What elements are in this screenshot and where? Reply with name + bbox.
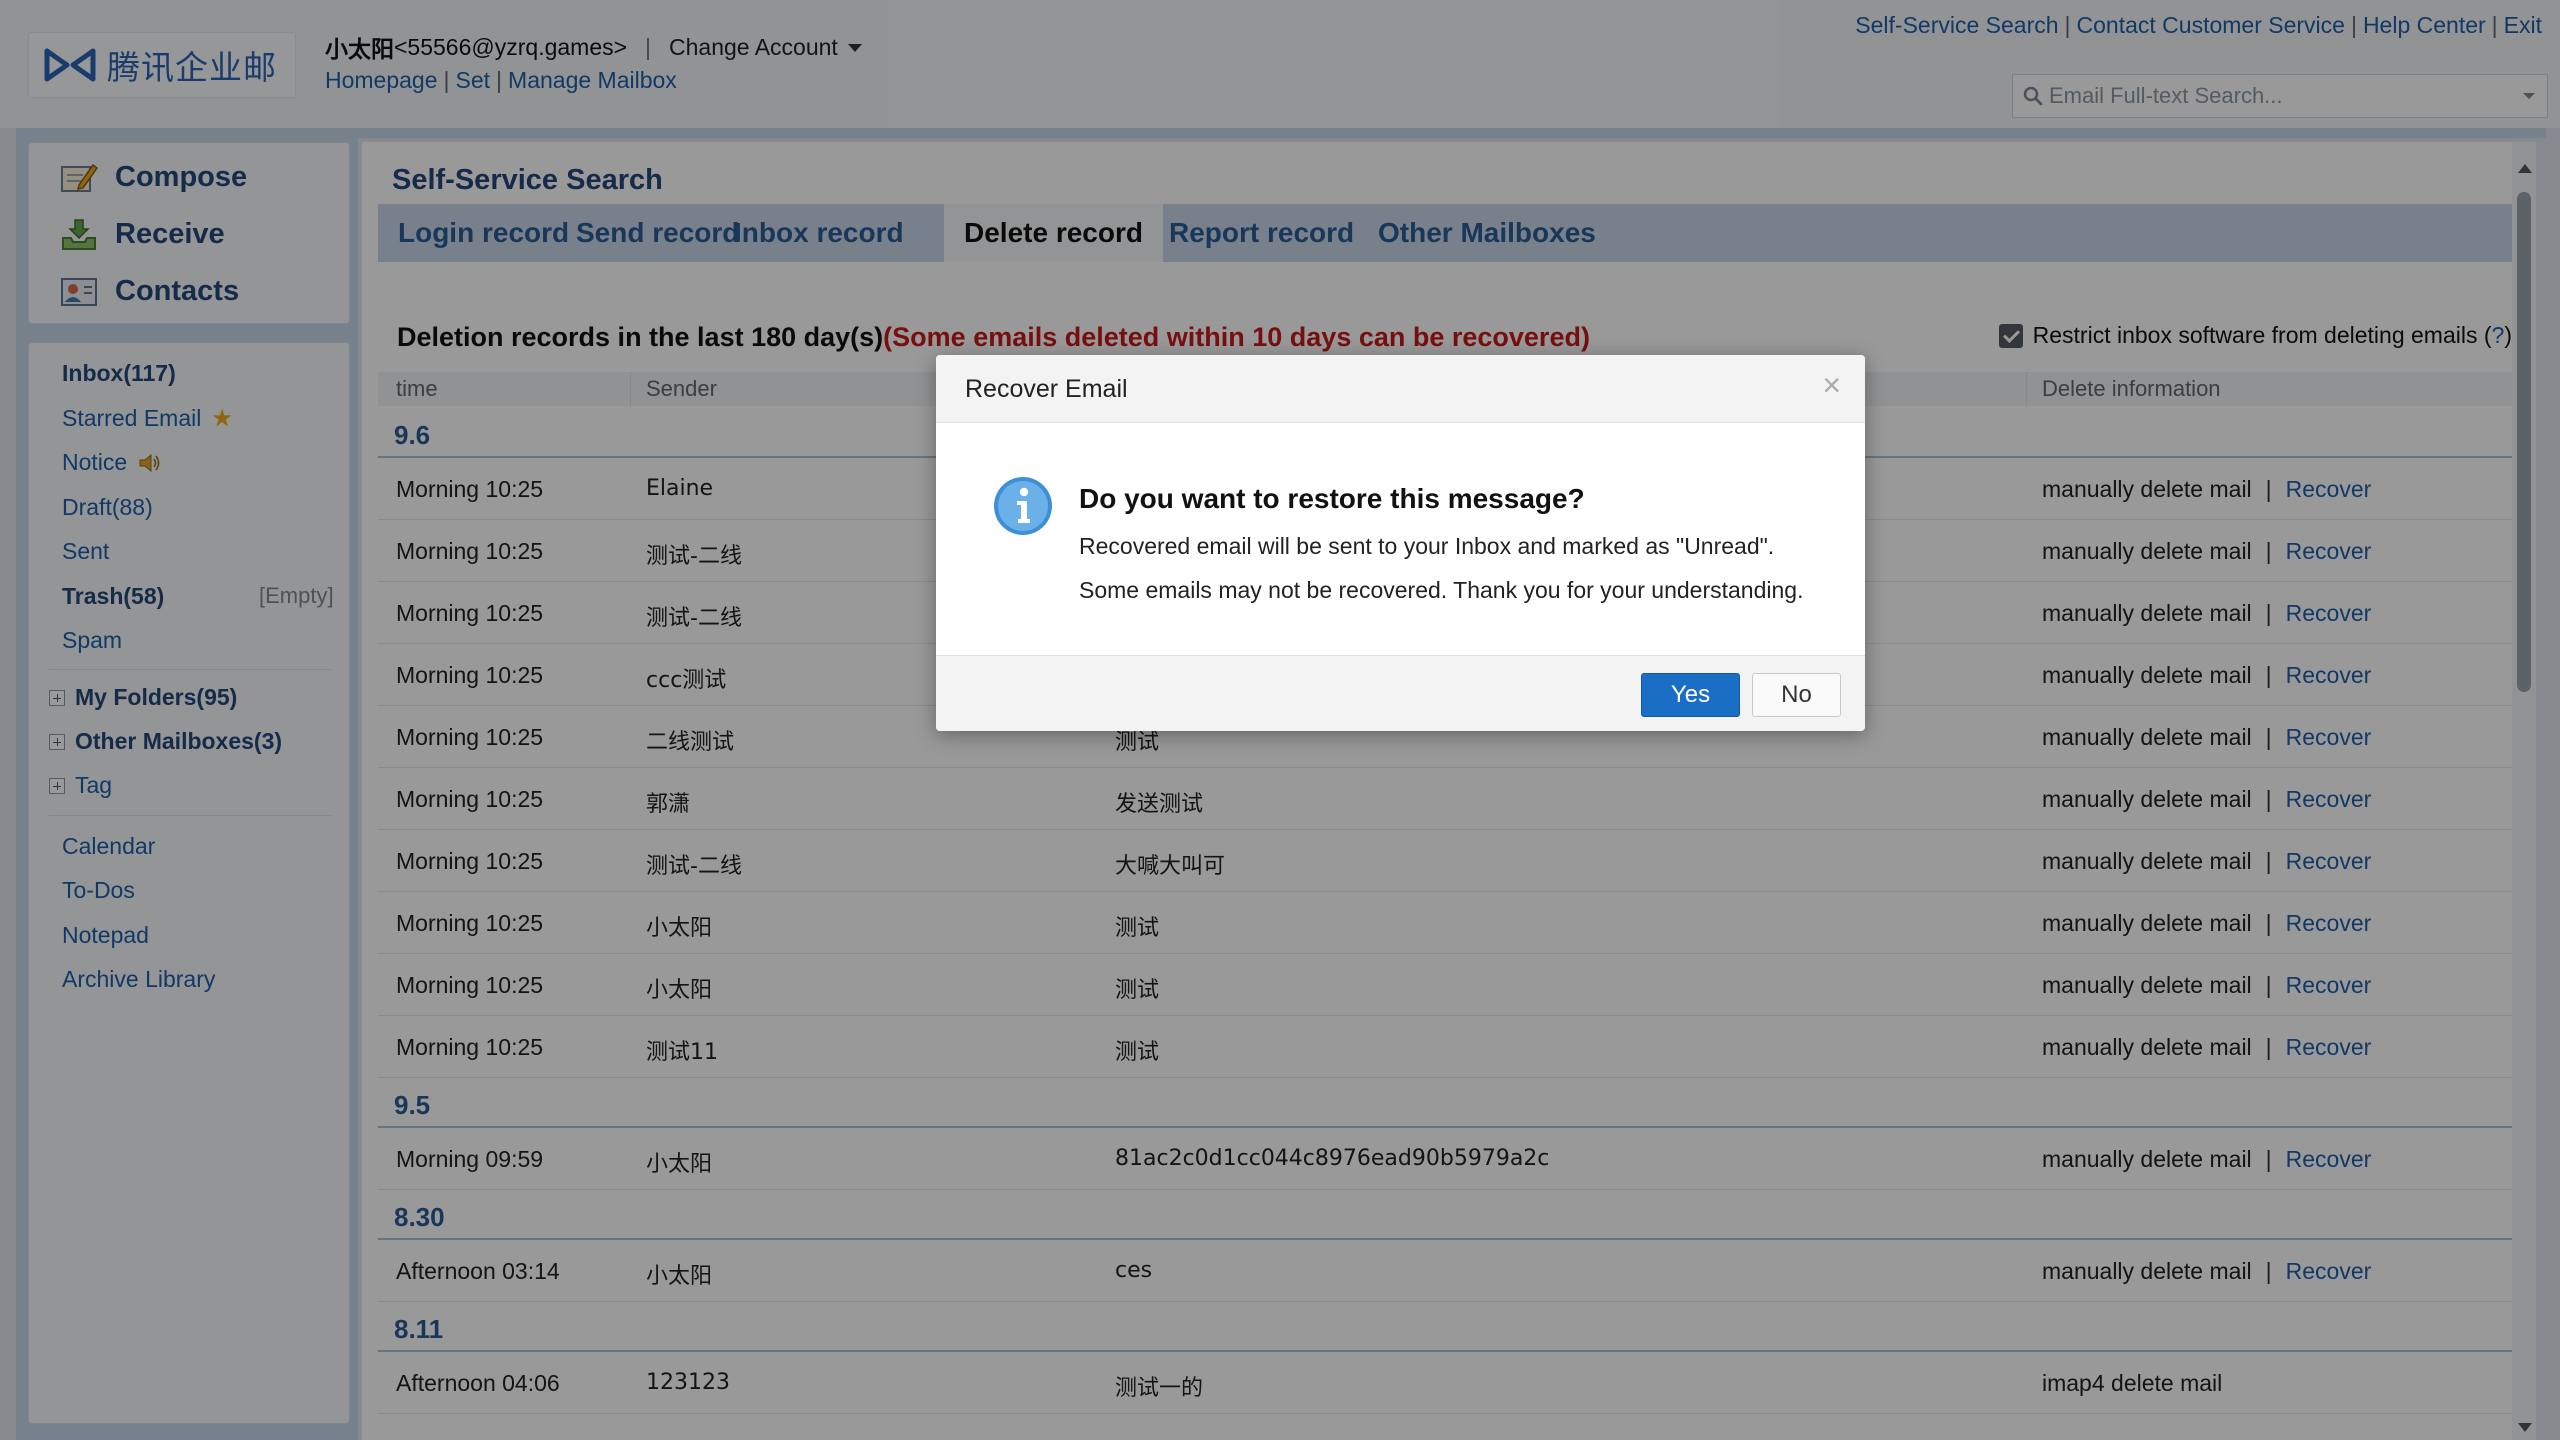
dialog-question: Do you want to restore this message? <box>1079 483 1585 514</box>
recover-email-dialog: Recover Email × Do you want to restore t… <box>936 355 1865 731</box>
dialog-header: Recover Email × <box>936 355 1865 423</box>
dialog-title: Recover Email <box>965 375 1128 403</box>
no-button[interactable]: No <box>1752 673 1841 717</box>
dialog-message-line-1: Recovered email will be sent to your Inb… <box>1079 533 1775 559</box>
close-icon[interactable]: × <box>1822 369 1841 401</box>
yes-button[interactable]: Yes <box>1641 673 1740 717</box>
dialog-message-line-2: Some emails may not be recovered. Thank … <box>1079 577 1804 603</box>
dialog-footer: Yes No <box>936 655 1865 731</box>
info-icon <box>994 477 1052 535</box>
dialog-body: Do you want to restore this message? Rec… <box>936 423 1865 655</box>
